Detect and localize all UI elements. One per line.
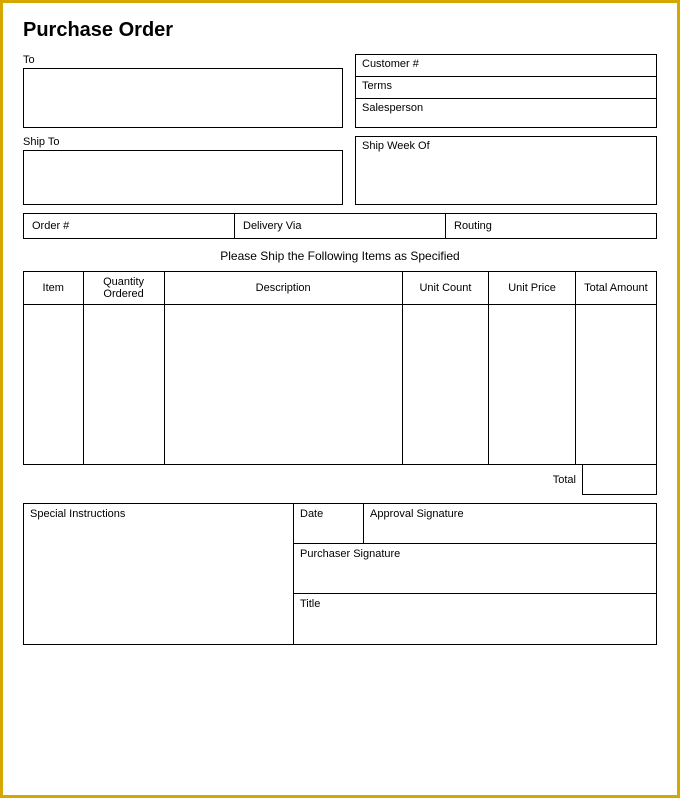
- col-header-unit-price: Unit Price: [489, 272, 576, 305]
- delivery-via-cell[interactable]: Delivery Via: [235, 214, 446, 238]
- order-num-cell[interactable]: Order #: [24, 214, 235, 238]
- col-header-total: Total Amount: [575, 272, 656, 305]
- col-header-qty: Quantity Ordered: [83, 272, 164, 305]
- routing-cell[interactable]: Routing: [446, 214, 656, 238]
- desc-cell[interactable]: [164, 305, 402, 465]
- to-label: To: [23, 54, 343, 66]
- title-label: Title: [300, 598, 320, 610]
- date-row: Date Approval Signature: [294, 504, 656, 544]
- right-fields-wrapper: Customer # Terms Salesperson: [355, 54, 657, 128]
- unit-count-cell[interactable]: [402, 305, 489, 465]
- ship-section: Ship To Ship Week Of: [23, 136, 657, 205]
- total-row-container: Total: [23, 465, 657, 495]
- special-instructions-label: Special Instructions: [30, 508, 125, 520]
- total-cell[interactable]: [575, 305, 656, 465]
- special-instructions-block[interactable]: Special Instructions: [24, 504, 294, 644]
- purchaser-sig-row[interactable]: Purchaser Signature: [294, 544, 656, 594]
- item-cell[interactable]: [24, 305, 84, 465]
- approval-sig-cell[interactable]: Approval Signature: [364, 504, 656, 543]
- col-header-desc: Description: [164, 272, 402, 305]
- ship-week-label: Ship Week Of: [362, 140, 650, 152]
- salesperson-field[interactable]: Salesperson: [356, 99, 656, 121]
- terms-field[interactable]: Terms: [356, 77, 656, 99]
- ship-to-label: Ship To: [23, 136, 343, 148]
- total-text: Total: [23, 465, 582, 495]
- total-value-box[interactable]: [582, 465, 657, 495]
- items-table: Item Quantity Ordered Description Unit C…: [23, 271, 657, 465]
- customer-field[interactable]: Customer #: [356, 55, 656, 77]
- col-header-item: Item: [24, 272, 84, 305]
- title-row[interactable]: Title: [294, 594, 656, 644]
- to-input[interactable]: [23, 68, 343, 128]
- bottom-section: Special Instructions Date Approval Signa…: [23, 503, 657, 645]
- page-title: Purchase Order: [23, 19, 657, 42]
- unit-price-cell[interactable]: [489, 305, 576, 465]
- please-ship-message: Please Ship the Following Items as Speci…: [23, 249, 657, 263]
- ship-to-input[interactable]: [23, 150, 343, 205]
- to-block: To: [23, 54, 343, 128]
- page-container: Purchase Order To Customer # Terms Sales…: [0, 0, 680, 798]
- purchaser-sig-label: Purchaser Signature: [300, 548, 400, 560]
- order-row: Order # Delivery Via Routing: [23, 213, 657, 239]
- date-cell[interactable]: Date: [294, 504, 364, 543]
- top-section: To Customer # Terms Salesperson: [23, 54, 657, 128]
- ship-to-block: Ship To: [23, 136, 343, 205]
- qty-cell[interactable]: [83, 305, 164, 465]
- ship-week-wrapper[interactable]: Ship Week Of: [355, 136, 657, 205]
- table-row: [24, 305, 657, 465]
- date-approval-block: Date Approval Signature Purchaser Signat…: [294, 504, 656, 644]
- col-header-unit-count: Unit Count: [402, 272, 489, 305]
